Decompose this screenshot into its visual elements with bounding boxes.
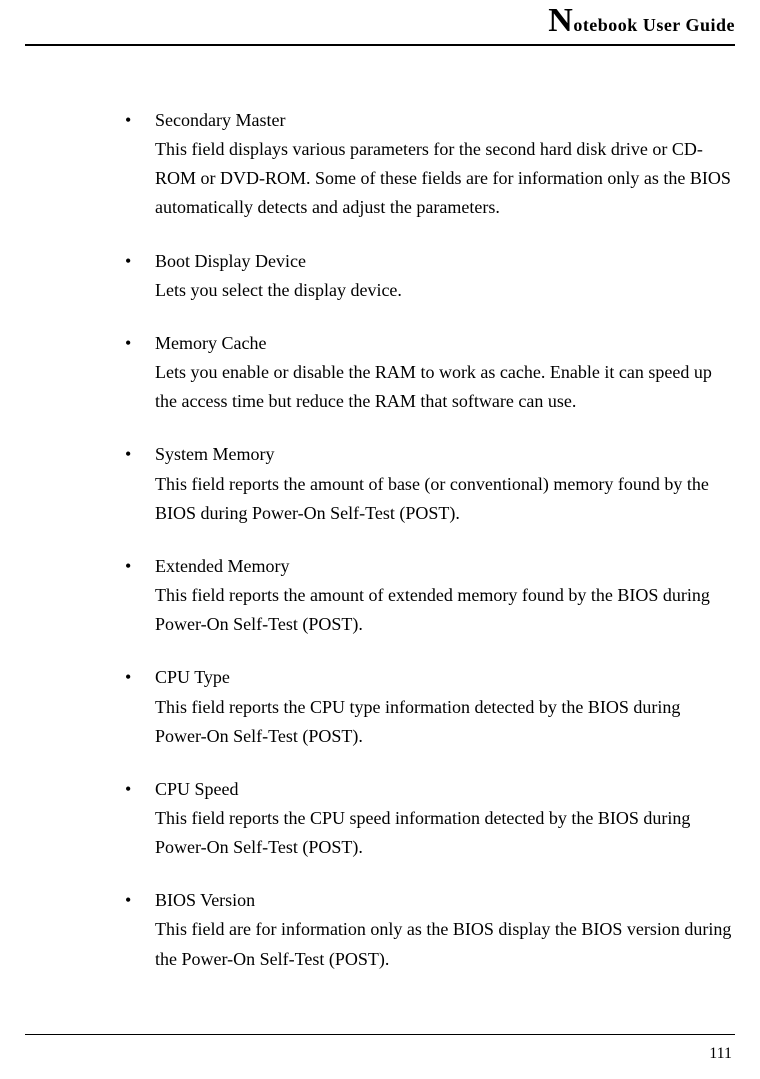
item-description: Lets you enable or disable the RAM to wo… — [155, 358, 735, 416]
item-description: This field reports the CPU speed informa… — [155, 804, 735, 862]
item-description: This field reports the CPU type informat… — [155, 693, 735, 751]
list-item: Extended Memory This field reports the a… — [125, 552, 735, 639]
item-title: Boot Display Device — [155, 247, 735, 276]
item-description: This field reports the amount of base (o… — [155, 470, 735, 528]
header-title: otebook User Guide — [573, 15, 735, 35]
page-number: 111 — [709, 1045, 732, 1063]
footer-rule — [25, 1034, 735, 1035]
header-big-letter: N — [548, 2, 573, 39]
page-header: Notebook User Guide — [25, 0, 735, 46]
list-item: CPU Type This field reports the CPU type… — [125, 663, 735, 750]
list-item: CPU Speed This field reports the CPU spe… — [125, 775, 735, 862]
item-title: System Memory — [155, 440, 735, 469]
item-description: This field are for information only as t… — [155, 915, 735, 973]
item-title: Memory Cache — [155, 329, 735, 358]
list-item: Memory Cache Lets you enable or disable … — [125, 329, 735, 416]
item-title: BIOS Version — [155, 886, 735, 915]
item-title: CPU Speed — [155, 775, 735, 804]
item-description: This field displays various parameters f… — [155, 135, 735, 222]
list-item: Secondary Master This field displays var… — [125, 106, 735, 223]
list-item: BIOS Version This field are for informat… — [125, 886, 735, 973]
item-description: This field reports the amount of extende… — [155, 581, 735, 639]
item-title: Secondary Master — [155, 106, 735, 135]
list-item: System Memory This field reports the amo… — [125, 440, 735, 527]
item-title: CPU Type — [155, 663, 735, 692]
list-item: Boot Display Device Lets you select the … — [125, 247, 735, 305]
item-title: Extended Memory — [155, 552, 735, 581]
bios-fields-list: Secondary Master This field displays var… — [25, 106, 735, 974]
item-description: Lets you select the display device. — [155, 276, 735, 305]
